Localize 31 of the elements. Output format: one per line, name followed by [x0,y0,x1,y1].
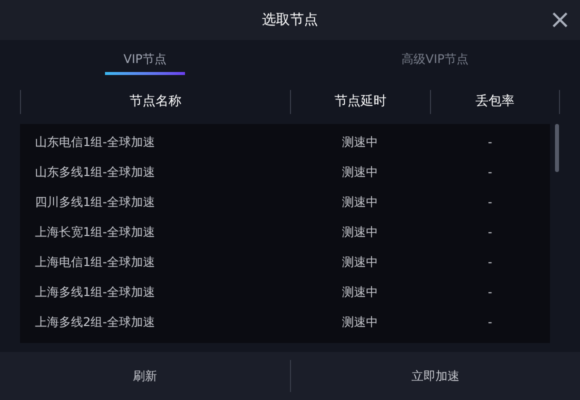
tab[interactable]: VIP节点 [124,50,166,68]
window-title: 选取节点 [262,10,318,30]
action-button[interactable]: 刷新 [0,360,290,392]
close-button[interactable]: × [548,8,572,32]
node-name: 上海电信1组-全球加速 [34,254,156,271]
loss-cell-text: - [488,224,492,241]
latency-cell-text: 测速中 [342,224,378,241]
latency-cell-text: 测速中 [342,194,378,211]
latency-cell-text: 测速中 [342,314,378,331]
node-name: 上海多线2组-全球加速 [34,314,156,331]
action-button[interactable]: 立即加速 [290,360,580,392]
loss-cell-text: - [488,284,492,301]
node-name: 上海长宽1组-全球加速 [34,224,156,241]
column-header: 丢包率 [476,93,514,112]
latency-cell-text: 测速中 [342,284,378,301]
loss-cell-text: - [488,164,492,181]
column-header: 节点延时 [334,93,386,112]
scrollbar-thumb[interactable] [555,124,559,172]
latency-cell-text: 测速中 [342,134,378,151]
loss-cell-text: - [488,194,492,211]
node-name: 山东多线1组-全球加速 [34,164,156,181]
column-header: 节点名称 [130,93,182,112]
node-name: 上海多线1组-全球加速 [34,284,156,301]
latency-cell-text: 测速中 [342,164,378,181]
tab[interactable]: 高级VIP节点 [402,50,468,68]
node-name: 四川多线1组-全球加速 [34,194,156,211]
loss-cell-text: - [488,134,492,151]
loss-cell-text: - [488,254,492,271]
latency-cell-text: 测速中 [342,254,378,271]
node-name: 山东电信1组-全球加速 [34,134,156,151]
loss-cell-text: - [488,314,492,331]
